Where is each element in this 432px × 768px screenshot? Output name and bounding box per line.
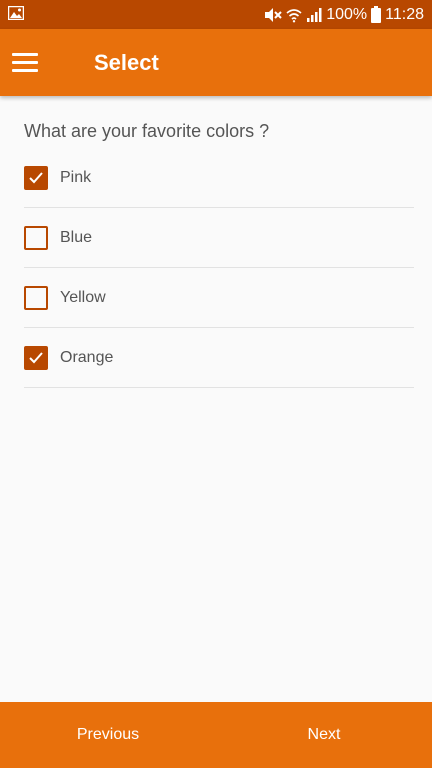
option-blue[interactable]: Blue [24, 208, 414, 268]
option-orange[interactable]: Orange [24, 328, 414, 388]
page-title: Select [94, 50, 159, 75]
option-label: Orange [60, 349, 114, 366]
clock: 11:28 [385, 5, 424, 23]
bottom-navigation-bar: Previous Next [0, 702, 432, 768]
check-icon [29, 352, 43, 364]
option-pink[interactable]: Pink [24, 148, 414, 208]
checkbox-orange[interactable] [24, 346, 48, 370]
option-label: Pink [60, 169, 92, 186]
status-bar: 100% 11:28 [0, 0, 432, 29]
gallery-notification-icon [7, 5, 25, 25]
battery-percent: 100% [326, 5, 368, 23]
status-icons: 100% 11:28 [264, 0, 424, 29]
check-icon [29, 172, 43, 184]
option-label: Yellow [60, 289, 106, 306]
previous-button[interactable]: Previous [0, 702, 216, 768]
wifi-icon [286, 7, 302, 23]
option-yellow[interactable]: Yellow [24, 268, 414, 328]
options-list: Pink Blue Yellow Orange [24, 148, 414, 388]
checkbox-blue[interactable] [24, 226, 48, 250]
option-label: Blue [60, 229, 93, 246]
app-bar: Select [0, 29, 432, 96]
question-text: What are your favorite colors ? [24, 121, 270, 141]
hamburger-menu-icon[interactable] [12, 53, 38, 73]
checkbox-yellow[interactable] [24, 286, 48, 310]
mute-icon [264, 7, 282, 23]
battery-icon [371, 6, 382, 23]
signal-icon [306, 7, 322, 23]
next-button[interactable]: Next [216, 702, 432, 768]
checkbox-pink[interactable] [24, 166, 48, 190]
